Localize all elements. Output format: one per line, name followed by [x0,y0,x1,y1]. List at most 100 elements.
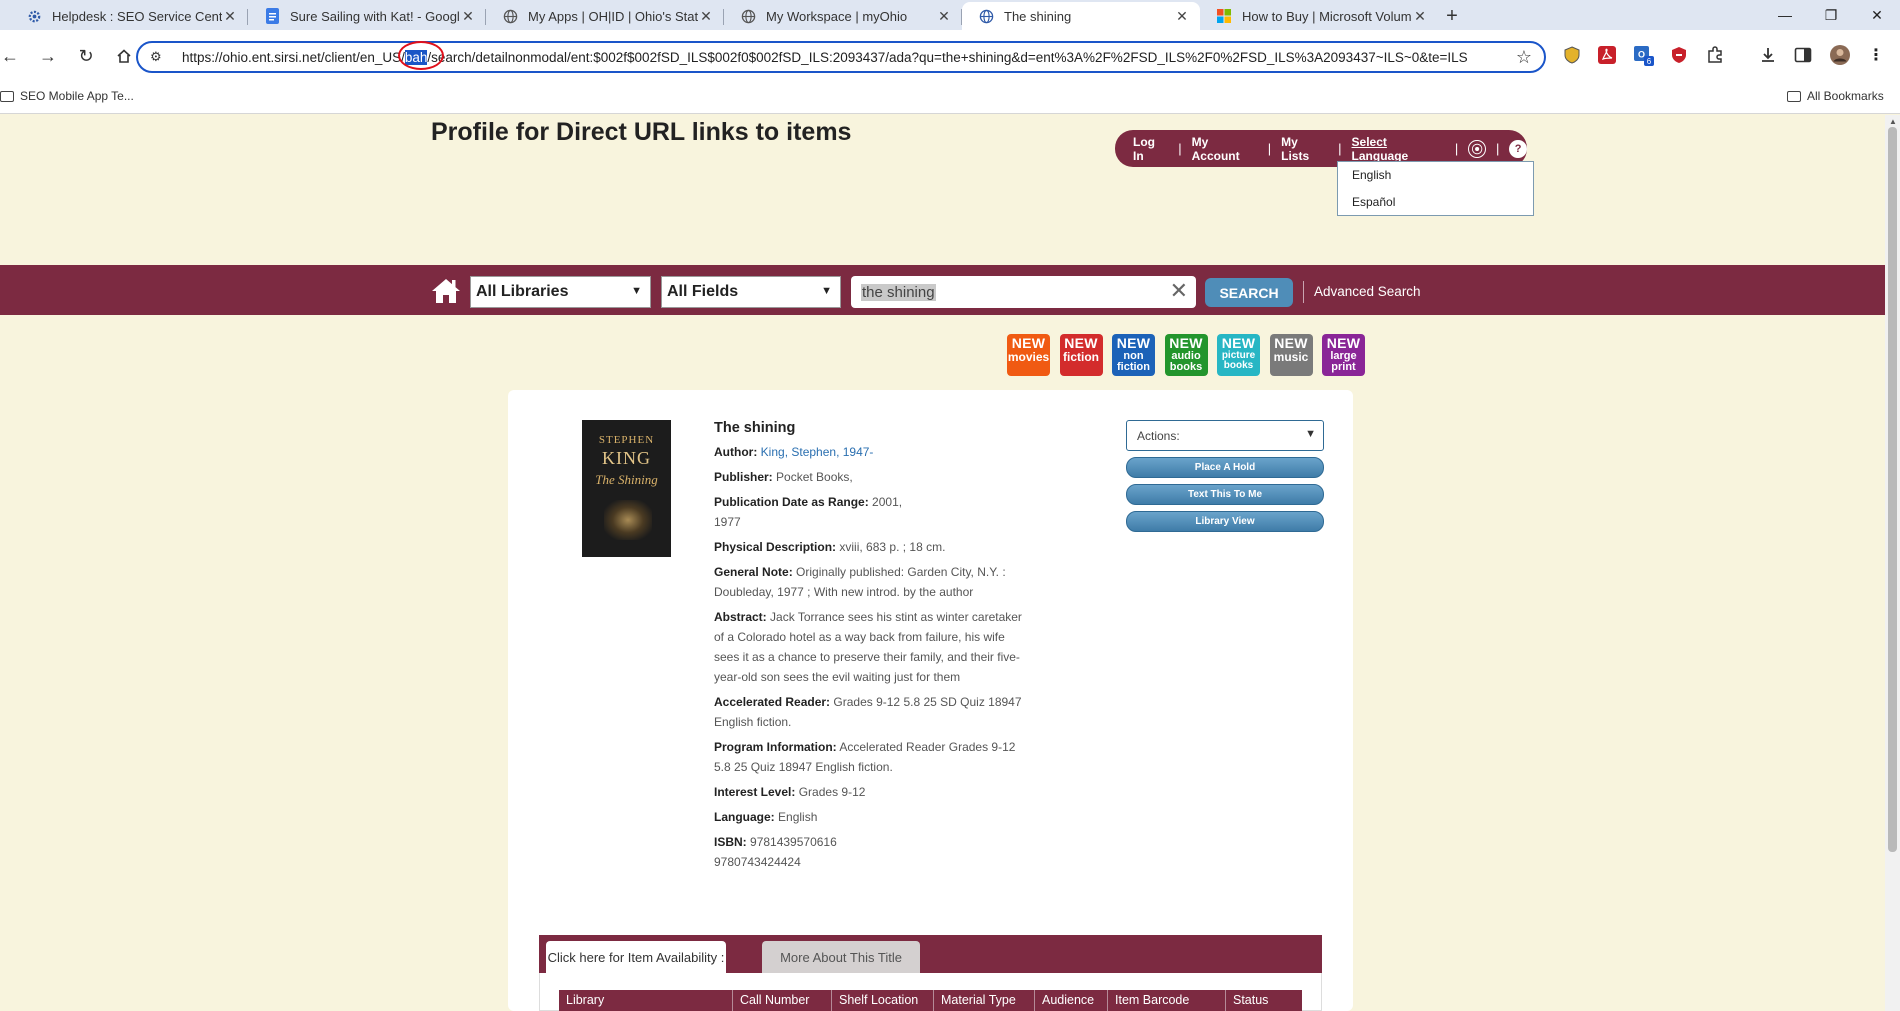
close-window-icon[interactable]: ✕ [1854,0,1900,30]
bookmarks-bar: SEO Mobile App Te... All Bookmarks [0,82,1900,114]
language-option-english[interactable]: English [1338,162,1533,189]
browser-tab-strip: Helpdesk : SEO Service Center ✕ Sure Sai… [0,0,1900,30]
new-movies-icon[interactable]: NEW movies [1007,334,1050,376]
abstract-field: Abstract: Jack Torrance sees his stint a… [714,610,1022,684]
download-icon[interactable] [1757,44,1779,66]
field-select[interactable]: All Fields ▼ [661,276,841,308]
new-nonfiction-icon[interactable]: NEW non fiction [1112,334,1155,376]
browser-tab-the-shining[interactable]: The shining ✕ [962,2,1200,30]
close-icon[interactable]: ✕ [460,8,476,24]
site-header [0,115,1885,265]
actions-select[interactable]: Actions: ▼ [1126,420,1324,451]
browser-tab-helpdesk[interactable]: Helpdesk : SEO Service Center ✕ [10,2,248,30]
bookmark-star-icon[interactable]: ☆ [1516,47,1532,68]
item-title: The shining [714,420,796,436]
reload-icon[interactable]: ↻ [68,38,104,74]
chevron-down-icon: ▼ [1305,428,1316,440]
bookmark-seo-mobile[interactable]: SEO Mobile App Te... [0,89,134,103]
col-material-type[interactable]: Material Type [934,990,1035,1011]
isbn-field: ISBN: 9781439570616 9780743424424 [714,835,837,869]
puzzle-extensions-icon[interactable] [1704,44,1726,66]
close-icon[interactable]: ✕ [936,8,952,24]
tab-item-availability[interactable]: Click here for Item Availability : [546,941,726,973]
place-hold-button[interactable]: Place A Hold [1126,457,1324,478]
side-panel-icon[interactable] [1792,44,1814,66]
address-url[interactable]: https://ohio.ent.sirsi.net/client/en_US/… [182,49,1468,65]
address-bar[interactable]: ⚙ https://ohio.ent.sirsi.net/client/en_U… [136,41,1546,73]
close-icon[interactable]: ✕ [1412,8,1428,24]
home-icon[interactable] [430,277,462,305]
library-view-button[interactable]: Library View [1126,511,1324,532]
page-scrollbar[interactable]: ▲ [1885,115,1900,1011]
scrollbar-thumb[interactable] [1888,127,1897,852]
new-fiction-icon[interactable]: NEW fiction [1059,334,1103,376]
all-bookmarks[interactable]: All Bookmarks [1787,89,1884,103]
my-lists-link[interactable]: My Lists [1281,135,1328,163]
more-menu-icon[interactable]: ⋮ [1865,44,1887,66]
new-picture-books-icon[interactable]: NEW picture books [1217,334,1260,376]
scroll-up-icon[interactable]: ▲ [1889,117,1897,126]
browser-tab-myohio[interactable]: My Workspace | myOhio ✕ [724,2,962,30]
availability-table-header: Library Call Number Shelf Location Mater… [559,990,1302,1011]
shield-extension-icon[interactable] [1561,44,1583,66]
chevron-down-icon: ▼ [631,285,642,297]
help-icon[interactable]: ? [1509,139,1527,158]
col-audience[interactable]: Audience [1035,990,1108,1011]
col-shelf-location[interactable]: Shelf Location [832,990,934,1011]
new-tab-button[interactable]: + [1438,2,1466,30]
folder-icon [0,90,14,102]
login-link[interactable]: Log In [1133,135,1168,163]
program-information-field: Program Information: Accelerated Reader … [714,740,1016,774]
minimize-icon[interactable]: — [1762,0,1808,30]
advanced-search-link[interactable]: Advanced Search [1303,281,1421,303]
annotation-circle [398,41,444,70]
svg-text:6: 6 [1647,57,1652,66]
security-extension-icon[interactable] [1668,44,1690,66]
microsoft-icon [1216,8,1232,24]
select-language-link[interactable]: Select Language [1352,135,1445,163]
accelerated-reader-field: Accelerated Reader: Grades 9-12 5.8 25 S… [714,695,1022,729]
language-option-espanol[interactable]: Español [1338,189,1533,216]
clear-search-icon[interactable]: ✕ [1170,278,1188,304]
site-settings-icon[interactable]: ⚙ [150,49,172,65]
forward-icon[interactable]: → [30,38,66,74]
acrobat-extension-icon[interactable] [1596,44,1618,66]
svg-text:O: O [1638,50,1645,60]
search-button[interactable]: SEARCH [1205,278,1293,307]
browser-tab-ohid[interactable]: My Apps | OH|ID | Ohio's State ✕ [486,2,724,30]
search-input[interactable]: the shining ✕ [851,276,1196,308]
pubdate-field: Publication Date as Range: 2001, 1977 [714,495,903,529]
general-note-field: General Note: Originally published: Gard… [714,565,1006,599]
folder-icon [1787,90,1801,102]
browser-tab-microsoft[interactable]: How to Buy | Microsoft Volume ✕ [1200,2,1438,30]
new-large-print-icon[interactable]: NEW large print [1322,334,1365,376]
globe-icon [978,8,994,24]
col-call-number[interactable]: Call Number [733,990,832,1011]
col-item-barcode[interactable]: Item Barcode [1108,990,1226,1011]
close-icon[interactable]: ✕ [698,8,714,24]
new-music-icon[interactable]: NEW music [1269,334,1313,376]
col-status[interactable]: Status [1226,990,1302,1011]
outlook-extension-icon[interactable]: O6 [1632,44,1654,66]
book-cover-image[interactable]: STEPHEN KING The Shining [582,420,671,557]
gear-icon [26,8,42,24]
back-icon[interactable]: ← [0,38,28,74]
restore-icon[interactable]: ❐ [1808,0,1854,30]
author-link[interactable]: King, Stephen, 1947- [761,445,874,459]
accessibility-icon[interactable]: ⦿ [1468,139,1486,158]
chevron-down-icon: ▼ [821,285,832,297]
window-controls: — ❐ ✕ [1762,0,1900,30]
text-this-to-me-button[interactable]: Text This To Me [1126,484,1324,505]
col-library[interactable]: Library [559,990,733,1011]
profile-avatar[interactable] [1829,44,1851,66]
browser-tab-google-doc[interactable]: Sure Sailing with Kat! - Google ✕ [248,2,486,30]
language-dropdown: English Español [1337,161,1534,216]
physical-description-field: Physical Description: xviii, 683 p. ; 18… [714,540,946,554]
new-audiobooks-icon[interactable]: NEW audio books [1164,334,1208,376]
item-details: The shining Author: King, Stephen, 1947-… [714,418,1024,877]
tab-more-about-title[interactable]: More About This Title [762,941,920,973]
library-select[interactable]: All Libraries ▼ [470,276,651,308]
my-account-link[interactable]: My Account [1192,135,1258,163]
close-icon[interactable]: ✕ [222,8,238,24]
close-icon[interactable]: ✕ [1174,8,1190,24]
